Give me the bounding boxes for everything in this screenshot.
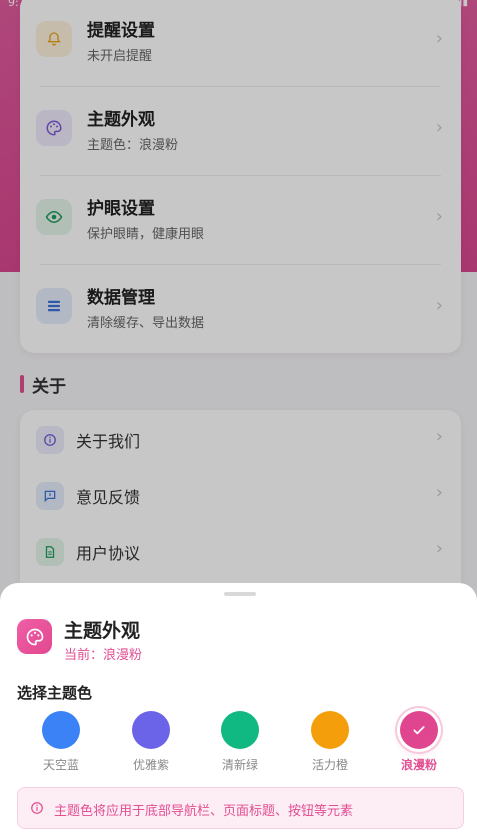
hint-text: 主题色将应用于底部导航栏、页面标题、按钮等元素 xyxy=(54,804,354,819)
theme-option-romantic-pink[interactable]: 浪漫粉 xyxy=(379,711,459,775)
theme-option-label: 天空蓝 xyxy=(42,758,79,772)
info-icon xyxy=(30,800,44,819)
color-dot xyxy=(221,711,259,749)
theme-option-elegant-purple[interactable]: 优雅紫 xyxy=(111,711,191,775)
color-dot xyxy=(42,711,80,749)
sheet-drag-handle[interactable] xyxy=(224,592,256,596)
theme-option-label: 优雅紫 xyxy=(132,758,169,772)
theme-option-label: 清新绿 xyxy=(221,758,258,772)
current-theme-label: 当前：浪漫粉 xyxy=(64,648,143,663)
theme-option-fresh-green[interactable]: 清新绿 xyxy=(200,711,280,775)
theme-option-vibrant-orange[interactable]: 活力橙 xyxy=(290,711,370,775)
sheet-title: 主题外观 xyxy=(64,620,141,642)
color-dot xyxy=(132,711,170,749)
theme-bottom-sheet: 主题外观 当前：浪漫粉 选择主题色 天空蓝 优雅紫 清新绿 活力橙 浪漫粉 主题… xyxy=(0,583,477,832)
theme-hint-banner: 主题色将应用于底部导航栏、页面标题、按钮等元素 xyxy=(17,787,464,829)
color-dot xyxy=(311,711,349,749)
theme-option-label: 活力橙 xyxy=(311,758,348,772)
theme-option-label: 浪漫粉 xyxy=(400,758,437,772)
palette-icon xyxy=(17,619,52,654)
check-icon xyxy=(400,711,438,749)
theme-option-sky-blue[interactable]: 天空蓝 xyxy=(21,711,101,775)
select-theme-label: 选择主题色 xyxy=(17,684,93,702)
